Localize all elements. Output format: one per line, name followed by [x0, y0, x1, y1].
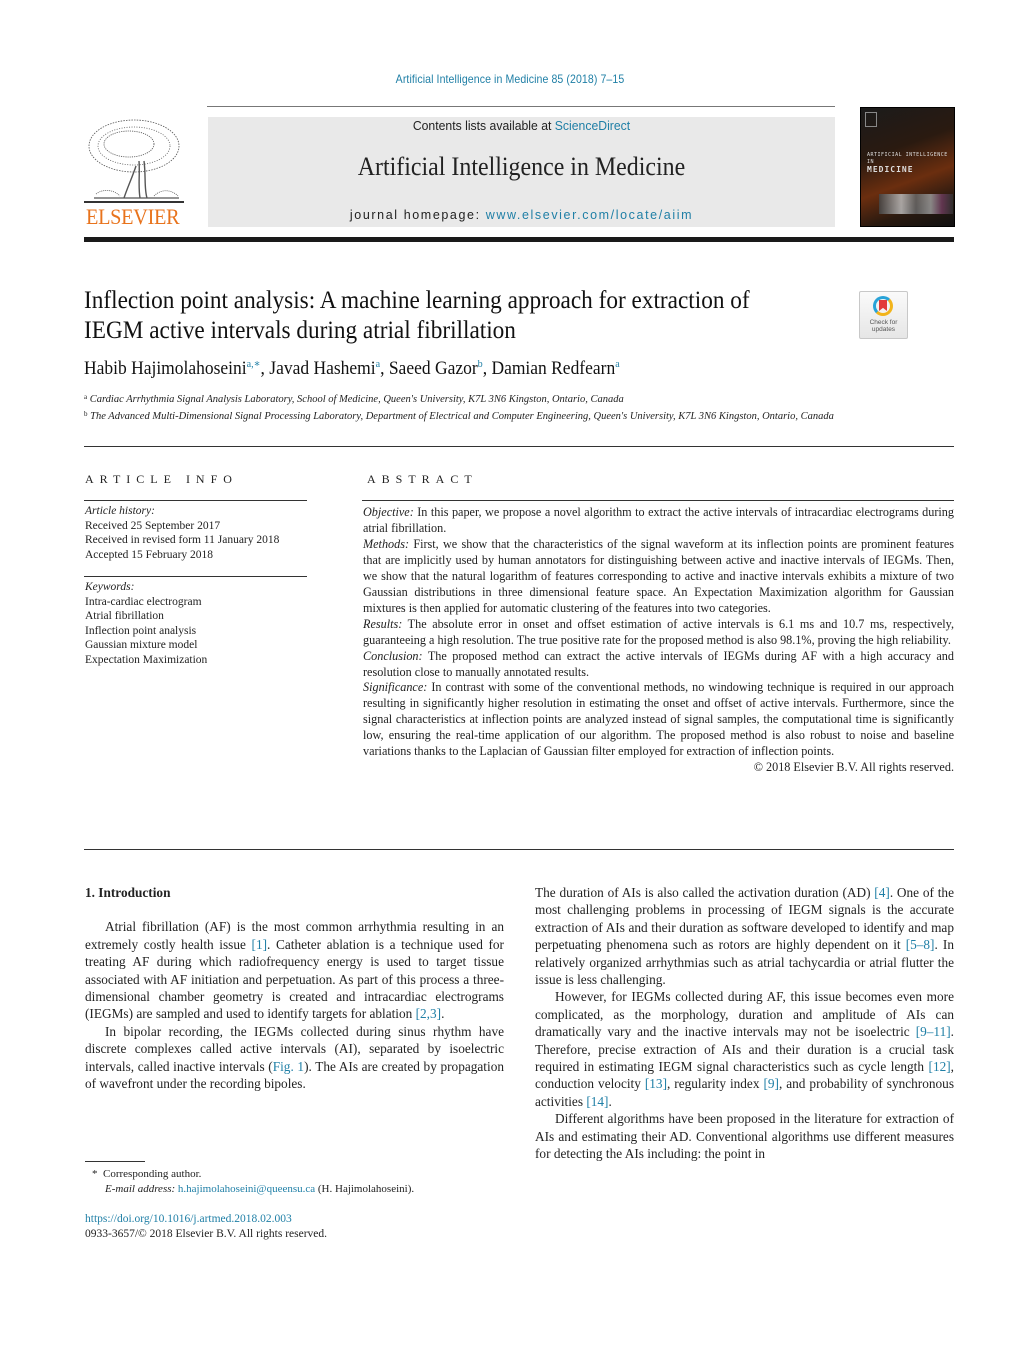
body-paragraph: The duration of AIs is also called the a… [535, 884, 954, 988]
history-item: Received in revised form 11 January 2018 [85, 534, 280, 546]
body-rule [84, 849, 954, 850]
body-text: , regularity index [667, 1076, 764, 1092]
corresponding-label: Corresponding author. [103, 1168, 202, 1180]
body-paragraph: In bipolar recording, the IEGMs collecte… [85, 1023, 504, 1093]
abstract-body: Objective: In this paper, we propose a n… [363, 505, 954, 776]
body-paragraph: However, for IEGMs collected during AF, … [535, 988, 954, 1110]
body-text: Different algorithms have been proposed … [535, 1111, 954, 1162]
journal-masthead: Contents lists available at ScienceDirec… [208, 117, 835, 227]
abstract-rule [362, 500, 954, 501]
issn-line: 0933-3657/© 2018 Elsevier B.V. All right… [85, 1227, 328, 1240]
doi-link[interactable]: https://doi.org/10.1016/j.artmed.2018.02… [85, 1212, 327, 1227]
sciencedirect-link[interactable]: ScienceDirect [555, 118, 630, 133]
author-name: Habib Hajimolahoseini [84, 358, 247, 379]
citation-link[interactable]: [12] [929, 1059, 951, 1074]
body-column-right: The duration of AIs is also called the a… [535, 884, 954, 1163]
citation-link[interactable]: [1] [252, 937, 268, 952]
body-text: . [608, 1093, 612, 1109]
header-rule [207, 106, 835, 107]
citation-link[interactable]: [13] [645, 1076, 667, 1091]
keyword-item: Atrial fibrillation [85, 610, 164, 622]
citation-link[interactable]: [9] [763, 1076, 779, 1091]
body-text: The duration of AIs is also called the a… [535, 885, 875, 900]
masthead-bottom-rule [84, 237, 954, 242]
elsevier-tree-icon [84, 119, 184, 203]
journal-homepage-link[interactable]: www.elsevier.com/locate/aiim [486, 208, 693, 222]
citation-link[interactable]: Fig. 1 [273, 1059, 304, 1074]
citation-link[interactable]: [4] [874, 885, 890, 900]
section-heading-introduction: 1. Introduction [85, 885, 171, 900]
citation-link[interactable]: [14] [586, 1094, 608, 1109]
keywords-rule [84, 576, 307, 577]
keyword-item: Gaussian mixture model [85, 639, 198, 651]
email-link[interactable]: h.hajimolahoseini@queensu.ca [178, 1183, 315, 1195]
email-owner: (H. Hajimolahoseini). [315, 1182, 415, 1195]
author-name: Saeed Gazor [388, 358, 478, 379]
citation-link[interactable]: [9–11] [916, 1024, 951, 1039]
affiliation-item: a Cardiac Arrhythmia Signal Analysis Lab… [84, 393, 624, 405]
abstract-heading: ABSTRACT [367, 472, 478, 486]
journal-citation[interactable]: Artificial Intelligence in Medicine 85 (… [61, 72, 959, 86]
footnote-mark: * [92, 1168, 98, 1180]
history-item: Accepted 15 February 2018 [85, 548, 214, 561]
footnote-rule [85, 1161, 145, 1162]
author-affil-mark[interactable]: a [615, 358, 619, 370]
body-paragraph: Atrial fibrillation (AF) is the most com… [85, 918, 504, 1022]
keyword-item: Intra-cardiac electrogram [85, 595, 202, 608]
author-affil-mark[interactable]: a [376, 358, 380, 370]
abstract-conclusion: Conclusion: The proposed method can extr… [363, 648, 954, 679]
journal-cover-image[interactable]: ARTIFICIAL INTELLIGENCE IN MEDICINE [860, 107, 955, 227]
keyword-item: Inflection point analysis [85, 624, 197, 637]
body-text: . [441, 1006, 445, 1022]
body-paragraph: Different algorithms have been proposed … [535, 1110, 954, 1162]
abstract-objective: Objective: In this paper, we propose a n… [363, 505, 954, 535]
email-line: E-mail address: h.hajimolahoseini@queens… [92, 1182, 414, 1197]
abstract-significance: Significance: In contrast with some of t… [363, 680, 954, 759]
elsevier-wordmark: ELSEVIER [86, 204, 180, 229]
affiliation-rule [84, 446, 954, 447]
author-name: Damian Redfearn [491, 358, 616, 379]
cover-photos [879, 194, 953, 214]
author-list: Habib Hajimolahoseinia,∗, Javad Hashemia… [84, 358, 620, 379]
email-label: E-mail address: [105, 1182, 176, 1195]
author-affil-mark[interactable]: b [478, 358, 483, 370]
cover-publisher-badge [865, 112, 877, 127]
elsevier-logo[interactable]: ELSEVIER [84, 116, 188, 229]
journal-citation-link[interactable]: Artificial Intelligence in Medicine 85 (… [396, 72, 625, 86]
abstract-methods: Methods: First, we show that the charact… [363, 536, 954, 615]
abstract-results: Results: The absolute error in onset and… [363, 616, 954, 647]
author-name: Javad Hashemi [269, 358, 376, 379]
article-info-heading: ARTICLE INFO [85, 472, 238, 486]
check-updates-label: Check for updates [869, 319, 898, 333]
article-history: Article history: Received 25 September 2… [85, 504, 279, 562]
article-info-rule [84, 500, 307, 501]
article-title: Inflection point analysis: A machine lea… [84, 287, 750, 344]
corresponding-author-footnote: * Corresponding author. E-mail address: … [92, 1167, 414, 1196]
doi-block: https://doi.org/10.1016/j.artmed.2018.02… [85, 1212, 327, 1241]
journal-title: Artificial Intelligence in Medicine [357, 152, 686, 181]
body-column-left: 1. Introduction Atrial fibrillation (AF)… [85, 884, 504, 1092]
history-item: Received 25 September 2017 [85, 519, 221, 532]
affiliation-item: b The Advanced Multi-Dimensional Signal … [84, 410, 834, 423]
cover-title: ARTIFICIAL INTELLIGENCE IN MEDICINE [867, 152, 948, 174]
author-affil-mark[interactable]: a,∗ [247, 358, 261, 370]
keyword-item: Expectation Maximization [85, 653, 208, 666]
article-history-label: Article history: [85, 505, 155, 517]
affiliations: a Cardiac Arrhythmia Signal Analysis Lab… [84, 390, 844, 425]
contents-available-line: Contents lists available at ScienceDirec… [412, 118, 631, 133]
citation-link[interactable]: [2,3] [416, 1006, 441, 1021]
abstract-copyright: © 2018 Elsevier B.V. All rights reserved… [753, 760, 954, 775]
keywords-label: Keywords: [85, 581, 135, 593]
body-text: However, for IEGMs collected during AF, … [535, 989, 954, 1040]
check-for-updates-button[interactable]: Check for updates [859, 291, 908, 339]
citation-link[interactable]: [5–8] [906, 937, 935, 952]
journal-homepage-line: journal homepage: www.elsevier.com/locat… [349, 208, 694, 222]
corresponding-line: * Corresponding author. [92, 1167, 414, 1182]
keywords: Keywords: Intra-cardiac electrogram Atri… [85, 580, 207, 667]
